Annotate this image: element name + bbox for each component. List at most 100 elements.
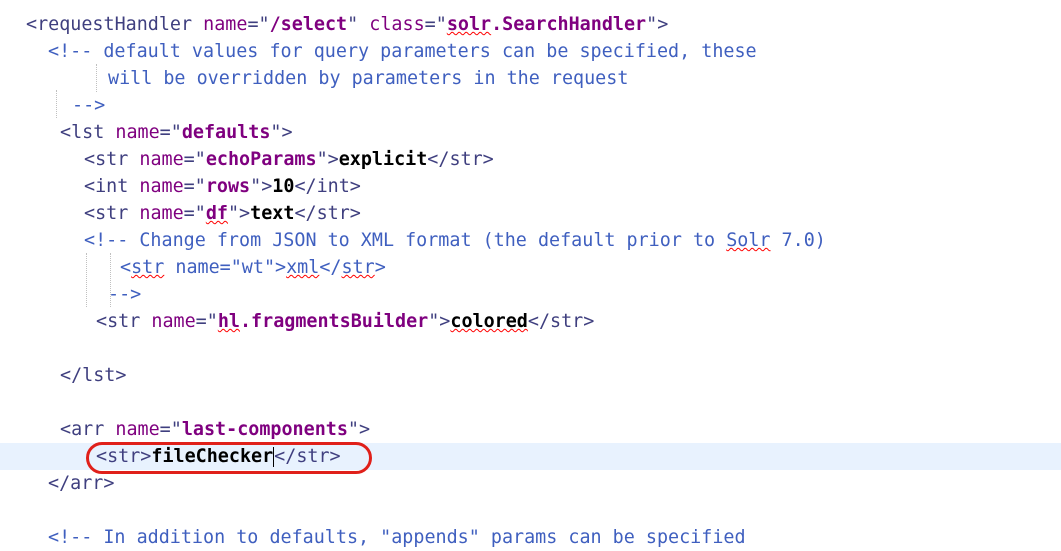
code-token: name [139, 176, 184, 197]
code-token: =" [183, 149, 206, 170]
code-token: <!-- default values for query parameters… [48, 41, 757, 62]
code-line[interactable]: <!-- In addition to defaults, "appends" … [0, 524, 1061, 551]
code-line[interactable]: <str name="hl.fragmentsBuilder">colored<… [0, 308, 1061, 335]
code-token: --> [108, 284, 142, 305]
code-token: rows [205, 176, 251, 197]
code-token: <str [84, 203, 140, 224]
code-line-text: </arr> [48, 470, 114, 497]
code-token: name [203, 14, 248, 35]
code-token: </arr> [48, 473, 115, 494]
code-token: <arr [60, 419, 116, 440]
code-line-text: <!-- Change from JSON to XML format (the… [84, 227, 826, 254]
code-line-text: <requestHandler name="/select" class="so… [26, 11, 668, 38]
code-token: </str> [294, 203, 361, 224]
code-line-text: --> [108, 281, 141, 308]
code-line[interactable]: <lst name="defaults"> [0, 119, 1061, 146]
code-token: 7.0) [770, 230, 826, 251]
code-token: =" [159, 122, 182, 143]
red-highlight-circle [86, 442, 372, 474]
code-line[interactable]: <!-- Change from JSON to XML format (the… [0, 227, 1061, 254]
code-token: name [115, 122, 160, 143]
code-token: </str> [427, 149, 494, 170]
code-line-text: <str name="echoParams">explicit</str> [84, 146, 494, 173]
code-token: 10 [272, 176, 295, 197]
code-token: will be overridden by parameters in the … [108, 68, 629, 89]
code-line-text: <str name="hl.fragmentsBuilder">colored<… [96, 308, 594, 335]
code-token: =" [424, 14, 447, 35]
code-token: solr [446, 14, 492, 35]
code-token: name [139, 149, 184, 170]
code-token: =" [247, 14, 270, 35]
code-token: "> [316, 149, 339, 170]
code-line-text: <arr name="last-components"> [60, 416, 370, 443]
code-token: =" [183, 203, 206, 224]
code-token: =" [195, 311, 218, 332]
code-line[interactable]: <arr name="last-components"> [0, 416, 1061, 443]
code-token: </lst> [60, 365, 127, 386]
code-line[interactable]: will be overridden by parameters in the … [0, 65, 1061, 92]
code-line-text: <str name="df">text</str> [84, 200, 361, 227]
code-token: xml [286, 257, 320, 278]
code-token: defaults [181, 122, 271, 143]
code-line-text: --> [72, 92, 105, 119]
code-line[interactable]: <str name="wt">xml</str> [0, 254, 1061, 281]
code-line[interactable]: </arr> [0, 470, 1061, 497]
code-token: <lst [60, 122, 116, 143]
code-token: name [115, 419, 160, 440]
code-token: explicit [338, 149, 428, 170]
code-token: hl [217, 311, 240, 332]
code-line[interactable] [0, 335, 1061, 362]
code-token: > [374, 257, 386, 278]
code-token: <requestHandler [26, 14, 204, 35]
code-token: echoParams [205, 149, 317, 170]
code-token: <!-- In addition to defaults, "appends" … [48, 527, 746, 548]
code-line-text: <!-- In addition to defaults, "appends" … [48, 524, 746, 551]
code-token: --> [72, 95, 106, 116]
xml-editor[interactable]: <requestHandler name="/select" class="so… [0, 0, 1061, 548]
code-line-text: </lst> [60, 362, 126, 389]
code-line[interactable] [0, 497, 1061, 524]
code-token: <int [84, 176, 140, 197]
code-token: "> [347, 419, 371, 440]
code-line[interactable]: <requestHandler name="/select" class="so… [0, 11, 1061, 38]
code-token: name [139, 203, 184, 224]
code-line[interactable]: <!-- default values for query parameters… [0, 38, 1061, 65]
code-token: class [369, 14, 425, 35]
code-line-text: <int name="rows">10</int> [84, 173, 361, 200]
code-token: =" [183, 176, 206, 197]
code-line-text: will be overridden by parameters in the … [108, 65, 628, 92]
code-line-text: <!-- default values for query parameters… [48, 38, 757, 65]
code-token: =" [159, 419, 182, 440]
code-token: <!-- Change from JSON to XML format (the… [84, 230, 727, 251]
code-token: "> [270, 122, 293, 143]
code-token: /select [269, 14, 348, 35]
code-token: .fragmentsBuilder [239, 311, 429, 332]
code-token: colored [450, 311, 528, 332]
code-line[interactable]: <str name="df">text</str> [0, 200, 1061, 227]
code-token: "> [227, 203, 251, 224]
code-line[interactable]: --> [0, 92, 1061, 119]
code-token: name [151, 311, 196, 332]
code-token: str [131, 257, 165, 278]
code-token: last-components [181, 419, 348, 440]
code-token: name="wt"> [164, 257, 287, 278]
code-token: </ [319, 257, 342, 278]
code-line[interactable] [0, 389, 1061, 416]
code-token: df [205, 203, 228, 224]
code-line-text: <str name="wt">xml</str> [120, 254, 386, 281]
code-line[interactable]: <int name="rows">10</int> [0, 173, 1061, 200]
code-token: <str [96, 311, 152, 332]
code-token: text [250, 203, 295, 224]
code-token: str [341, 257, 375, 278]
code-token: "> [250, 176, 273, 197]
code-line-text: <lst name="defaults"> [60, 119, 293, 146]
code-token: "> [646, 14, 669, 35]
code-token: < [120, 257, 132, 278]
code-token: </str> [527, 311, 595, 332]
code-token: "> [428, 311, 451, 332]
code-token: </int> [294, 176, 361, 197]
code-token: <str [84, 149, 140, 170]
code-line[interactable]: <str name="echoParams">explicit</str> [0, 146, 1061, 173]
code-line[interactable]: --> [0, 281, 1061, 308]
code-line[interactable]: </lst> [0, 362, 1061, 389]
